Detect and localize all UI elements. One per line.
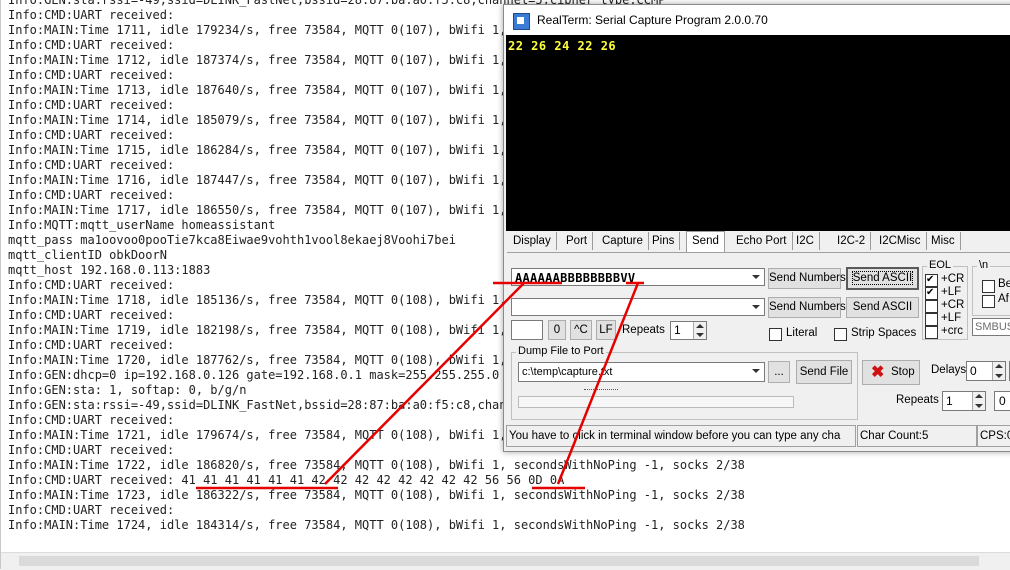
chevron-down-icon[interactable] <box>747 269 764 285</box>
send-input-2[interactable] <box>511 298 765 316</box>
tab-capture[interactable]: Capture <box>597 232 649 250</box>
eol-cr-label-1: +CR <box>941 273 965 285</box>
eol-cr-label-2: +CR <box>941 299 965 311</box>
eol-lf-checkbox-1[interactable] <box>925 287 938 300</box>
spinner-arrows-icon[interactable] <box>693 322 706 339</box>
send-ascii-button-2[interactable]: Send ASCII <box>846 297 919 318</box>
send-numbers-button-2[interactable]: Send Numbers <box>768 297 846 318</box>
send-ascii-label: Send ASCII <box>851 271 914 285</box>
log-line: Info:CMD:UART received: 41 41 41 41 41 4… <box>8 473 565 487</box>
smbus-field[interactable]: SMBUS <box>972 318 1010 336</box>
eol-lf-label-1: +LF <box>941 286 962 298</box>
send-file-label: Send File <box>799 366 849 378</box>
chevron-down-icon[interactable] <box>747 363 764 379</box>
literal-label: Literal <box>786 327 818 339</box>
eol-label: EOL <box>927 259 954 271</box>
repeats-value-3: 0 <box>999 394 1006 408</box>
progress-marker <box>584 389 618 390</box>
log-line: Info:MAIN:Time 1723, idle 186322/s, free… <box>8 488 745 502</box>
dump-file-path-value: c:\temp\capture.txt <box>522 366 613 378</box>
terminal-area[interactable]: 22 26 24 22 26 <box>506 35 1010 231</box>
log-line: Info:CMD:UART received: <box>8 503 175 517</box>
dump-file-path[interactable]: c:\temp\capture.txt <box>518 362 765 382</box>
stop-x-icon: ✖ <box>871 364 885 381</box>
send-ascii-label: Send ASCII <box>852 301 913 313</box>
after-checkbox[interactable] <box>982 295 995 308</box>
repeats-field-3[interactable]: 0 <box>994 391 1010 411</box>
status-bar: You have to click in terminal window bef… <box>504 425 1010 447</box>
scrollbar-thumb[interactable] <box>19 556 979 566</box>
eol-lf-label-2: +LF <box>941 312 962 324</box>
after-label: Af <box>998 293 1009 305</box>
delays-label: Delays <box>931 364 967 376</box>
tab-misc[interactable]: Misc <box>926 232 961 250</box>
newline-label: \n <box>977 259 991 271</box>
lf-button[interactable]: LF <box>596 320 616 340</box>
before-label: Be <box>998 278 1010 290</box>
repeats-spinner[interactable]: 1 <box>670 321 707 340</box>
numeric-input[interactable] <box>511 320 543 340</box>
char-count: Char Count:5 <box>857 425 977 447</box>
send-file-button[interactable]: Send File <box>796 360 852 384</box>
log-line: Info:MAIN:Time 1724, idle 184314/s, free… <box>8 518 745 532</box>
ctrl-c-label: ^C <box>574 324 588 336</box>
tab-pins[interactable]: Pins <box>647 232 681 250</box>
send-numbers-label: Send Numbers <box>769 301 846 313</box>
repeats-value: 1 <box>674 323 681 337</box>
send-input-1-value: AAAAAABBBBBBBBVV <box>515 271 636 285</box>
realterm-window[interactable]: RealTerm: Serial Capture Program 2.0.0.7… <box>503 4 1010 452</box>
strip-spaces-checkbox[interactable] <box>834 328 847 341</box>
smbus-value: SMBUS <box>975 321 1010 333</box>
send-numbers-button-1[interactable]: Send Numbers <box>768 268 846 289</box>
eol-crc-label: +crc <box>941 325 964 337</box>
send-ascii-button-1[interactable]: Send ASCII <box>846 267 919 290</box>
tab-port[interactable]: Port <box>561 232 594 250</box>
eol-lf-checkbox-2[interactable] <box>925 313 938 326</box>
dump-file-label: Dump File to Port <box>516 345 606 357</box>
delays-spinner[interactable]: 0 <box>966 361 1006 381</box>
delays-value: 0 <box>970 364 977 378</box>
strip-spaces-label: Strip Spaces <box>851 327 917 339</box>
lf-label: LF <box>599 324 613 336</box>
log-line: Info:MAIN:Time 1722, idle 186820/s, free… <box>8 458 745 472</box>
browse-button[interactable]: ... <box>768 361 790 383</box>
tab-i2cmisc[interactable]: I2CMisc <box>874 232 927 250</box>
tab-display[interactable]: Display <box>508 232 557 250</box>
status-message: You have to click in terminal window bef… <box>506 425 856 447</box>
window-title: RealTerm: Serial Capture Program 2.0.0.7… <box>537 13 768 27</box>
zero-button-label: 0 <box>553 324 561 336</box>
zero-button[interactable]: 0 <box>548 320 566 340</box>
repeats-label-2: Repeats <box>896 394 939 406</box>
repeats-label: Repeats <box>622 324 665 336</box>
eol-cr-checkbox-2[interactable] <box>925 300 938 313</box>
tab-send[interactable]: Send <box>686 231 725 252</box>
send-numbers-label: Send Numbers <box>769 272 846 284</box>
console-horizontal-scrollbar[interactable] <box>1 552 1010 570</box>
repeats-spinner-2[interactable]: 1 <box>942 391 986 411</box>
ctrl-c-button[interactable]: ^C <box>570 320 592 340</box>
title-bar[interactable]: RealTerm: Serial Capture Program 2.0.0.7… <box>504 5 1010 35</box>
repeats-value-2: 1 <box>946 394 953 408</box>
terminal-output: 22 26 24 22 26 <box>508 39 617 53</box>
cps-readout: CPS:0 <box>977 425 1010 447</box>
stop-button[interactable]: ✖ Stop <box>862 360 920 385</box>
before-checkbox[interactable] <box>982 280 995 293</box>
file-progress-bar <box>518 396 794 408</box>
eol-crc-checkbox[interactable] <box>925 326 938 339</box>
spinner-arrows-icon[interactable] <box>972 392 985 410</box>
eol-cr-checkbox-1[interactable] <box>925 274 938 287</box>
tab-i2c[interactable]: I2C <box>791 232 820 250</box>
browse-label: ... <box>774 366 784 378</box>
literal-checkbox[interactable] <box>769 328 782 341</box>
tab-echo-port[interactable]: Echo Port <box>731 232 793 250</box>
realterm-app-icon <box>513 13 530 30</box>
stop-label: Stop <box>891 366 915 378</box>
tab-i2c-2[interactable]: I2C-2 <box>832 232 872 250</box>
send-input-1[interactable]: AAAAAABBBBBBBBVV <box>511 268 765 286</box>
spinner-arrows-icon[interactable] <box>992 362 1005 380</box>
chevron-down-icon[interactable] <box>747 299 764 315</box>
